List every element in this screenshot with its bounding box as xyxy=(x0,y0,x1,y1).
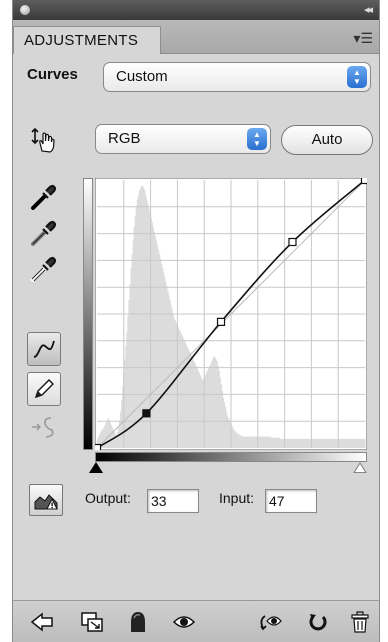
visibility-eye-icon[interactable] xyxy=(171,609,197,635)
white-point-eyedropper-icon[interactable] xyxy=(27,252,61,286)
panel-menu-icon[interactable]: ▾☰ xyxy=(353,30,373,47)
edit-points-curve-icon[interactable] xyxy=(27,332,61,366)
expanded-view-icon[interactable] xyxy=(79,609,105,635)
panel-title-bar[interactable]: ◂◂ xyxy=(13,0,379,20)
black-point-eyedropper-icon[interactable] xyxy=(27,180,61,214)
adjustment-name-label: Curves xyxy=(27,66,78,83)
bottom-toolbar xyxy=(13,600,379,642)
curve-point[interactable] xyxy=(360,178,368,185)
select-arrows-icon: ▲ ▼ xyxy=(347,66,367,88)
preset-value: Custom xyxy=(116,68,168,85)
select-arrows-icon: ▲ ▼ xyxy=(247,128,267,150)
view-previous-state-icon[interactable] xyxy=(257,609,283,635)
reset-icon[interactable] xyxy=(305,609,331,635)
input-gradient-bar xyxy=(95,452,367,462)
targeted-adjustment-hand-icon[interactable] xyxy=(27,124,61,158)
curve-point[interactable] xyxy=(216,317,226,326)
channel-value: RGB xyxy=(108,130,141,147)
close-dot-icon[interactable] xyxy=(20,5,30,15)
input-label: Input: xyxy=(219,490,255,506)
curves-graph-svg[interactable] xyxy=(95,178,367,450)
pencil-draw-icon[interactable] xyxy=(27,372,61,406)
output-label: Output: xyxy=(85,490,131,506)
black-point-slider[interactable] xyxy=(89,462,103,473)
smooth-curve-icon[interactable] xyxy=(27,410,61,444)
tab-row: ADJUSTMENTS ▾☰ xyxy=(13,20,379,54)
collapse-icon[interactable]: ◂◂ xyxy=(364,3,373,16)
histogram-bar xyxy=(363,438,366,448)
auto-button[interactable]: Auto xyxy=(281,125,373,155)
back-arrow-icon[interactable] xyxy=(29,609,55,635)
white-point-slider[interactable] xyxy=(353,462,367,473)
output-gradient-bar xyxy=(83,178,93,450)
adjustments-panel: ◂◂ ADJUSTMENTS ▾☰ Curves Custom ▲ ▼ RGB … xyxy=(12,0,380,642)
trash-icon[interactable] xyxy=(347,609,373,635)
show-clipping-icon[interactable] xyxy=(29,484,63,516)
tab-adjustments[interactable]: ADJUSTMENTS xyxy=(13,26,161,54)
curve-point[interactable] xyxy=(95,443,102,451)
preset-select[interactable]: Custom ▲ ▼ xyxy=(103,62,371,92)
output-field[interactable]: 33 xyxy=(147,489,199,513)
clip-to-layer-icon[interactable] xyxy=(125,609,151,635)
curves-graph[interactable] xyxy=(95,178,367,450)
curve-point[interactable] xyxy=(288,237,297,247)
input-field[interactable]: 47 xyxy=(265,489,317,513)
curve-point-selected[interactable] xyxy=(142,409,151,418)
channel-select[interactable]: RGB ▲ ▼ xyxy=(95,124,271,154)
gray-point-eyedropper-icon[interactable] xyxy=(27,216,61,250)
